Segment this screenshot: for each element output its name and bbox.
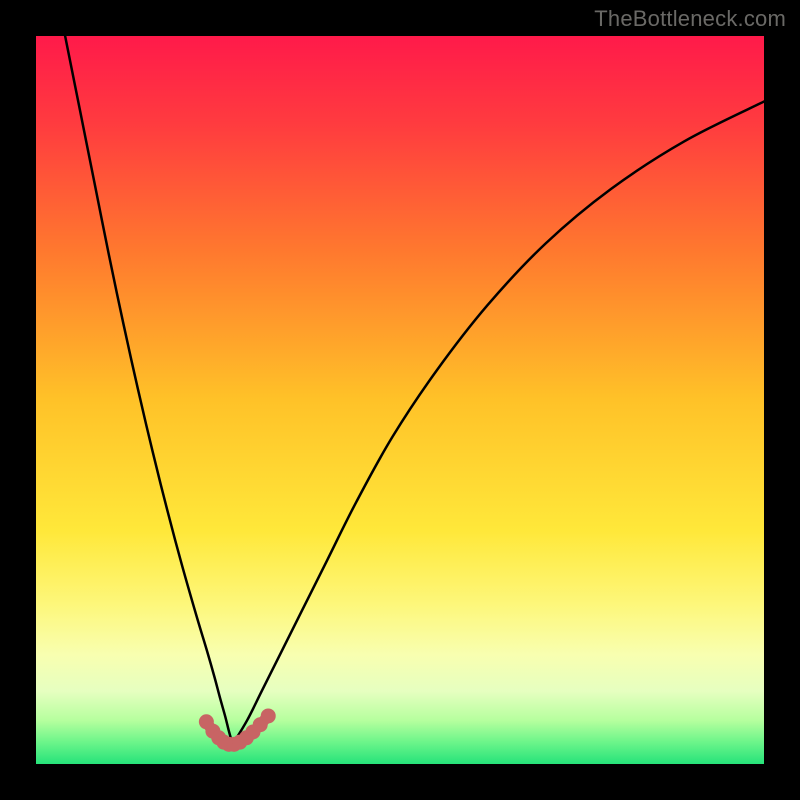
chart-plot-area	[36, 36, 764, 764]
left-curve	[65, 36, 232, 744]
watermark-label: TheBottleneck.com	[594, 6, 786, 32]
right-curve	[233, 102, 764, 745]
bottom-marker-dot	[261, 708, 276, 723]
chart-svg	[36, 36, 764, 764]
chart-frame: TheBottleneck.com	[0, 0, 800, 800]
